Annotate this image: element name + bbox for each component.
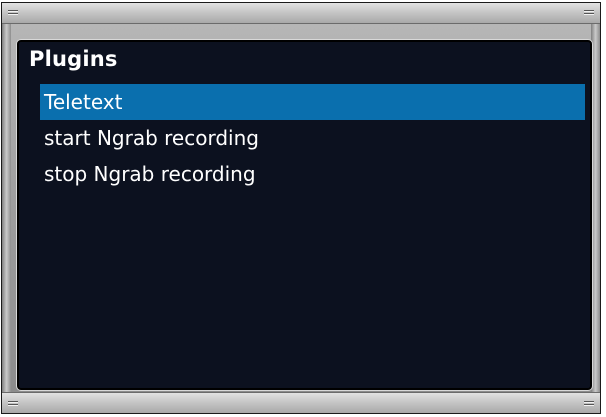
right-frame-edge [591, 24, 600, 392]
plugin-item-start-ngrab-recording[interactable]: start Ngrab recording [40, 120, 585, 156]
top-frame-bar [2, 3, 600, 24]
plugin-list: Teletext start Ngrab recording stop Ngra… [40, 84, 585, 192]
left-frame-edge [2, 24, 11, 392]
grip-icon [584, 401, 594, 407]
grip-icon [584, 10, 594, 16]
plugin-item-stop-ngrab-recording[interactable]: stop Ngrab recording [40, 156, 585, 192]
grip-icon [8, 401, 18, 407]
plugins-menu-panel: Plugins Teletext start Ngrab recording s… [17, 40, 592, 390]
grip-icon [8, 10, 18, 16]
menu-title: Plugins [29, 47, 118, 71]
bottom-frame-bar [2, 392, 600, 413]
plugin-item-teletext[interactable]: Teletext [40, 84, 585, 120]
